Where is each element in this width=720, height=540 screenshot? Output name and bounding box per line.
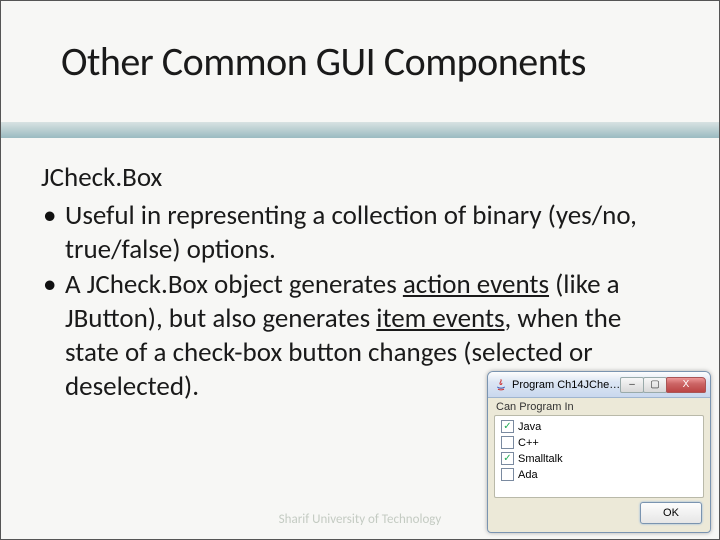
checkbox[interactable]: ✓ <box>501 452 514 465</box>
checkbox-row[interactable]: ✓ Smalltalk <box>501 452 697 465</box>
window-title: Program Ch14JCheckBoxSa... <box>512 379 621 391</box>
bullet-text: Useful in representing a collection of b… <box>65 199 637 266</box>
minimize-icon: – <box>629 379 635 390</box>
checkbox-row[interactable]: Ada <box>501 468 697 481</box>
minimize-button[interactable]: – <box>620 377 644 393</box>
slide: Other Common GUI Components JCheck.Box U… <box>0 0 720 540</box>
check-icon: ✓ <box>503 422 511 432</box>
slide-body: JCheck.Box Useful in representing a coll… <box>41 161 679 405</box>
maximize-icon: ▢ <box>650 379 659 390</box>
button-row: OK <box>488 502 710 532</box>
checkbox-label: Smalltalk <box>518 453 563 465</box>
maximize-button[interactable]: ▢ <box>643 377 667 393</box>
checkbox-label: C++ <box>518 437 539 449</box>
bullet-item: Useful in representing a collection of b… <box>41 199 679 267</box>
checkbox[interactable] <box>501 468 514 481</box>
close-icon: X <box>683 379 690 390</box>
subheading: JCheck.Box <box>41 161 679 195</box>
slide-title: Other Common GUI Components <box>61 37 679 86</box>
checkbox-row[interactable]: C++ <box>501 436 697 449</box>
window-buttons: – ▢ X <box>621 377 706 393</box>
check-icon: ✓ <box>503 454 511 464</box>
ok-button[interactable]: OK <box>640 502 702 524</box>
checkbox[interactable] <box>501 436 514 449</box>
panel-label: Can Program In <box>488 398 710 415</box>
close-button[interactable]: X <box>666 377 706 393</box>
checkbox-label: Ada <box>518 469 538 481</box>
bullet-emphasis: action events <box>403 268 549 301</box>
checkbox-panel: ✓ Java C++ ✓ Smalltalk Ada <box>494 415 704 498</box>
bullet-emphasis: item events <box>376 302 504 335</box>
ok-label: OK <box>663 507 679 519</box>
java-icon <box>494 378 508 392</box>
checkbox-row[interactable]: ✓ Java <box>501 420 697 433</box>
titlebar[interactable]: Program Ch14JCheckBoxSa... – ▢ X <box>488 372 710 398</box>
example-window: Program Ch14JCheckBoxSa... – ▢ X Can Pro… <box>487 371 711 533</box>
bullet-text: A JCheck.Box object generates <box>65 268 403 301</box>
checkbox[interactable]: ✓ <box>501 420 514 433</box>
checkbox-label: Java <box>518 421 541 433</box>
